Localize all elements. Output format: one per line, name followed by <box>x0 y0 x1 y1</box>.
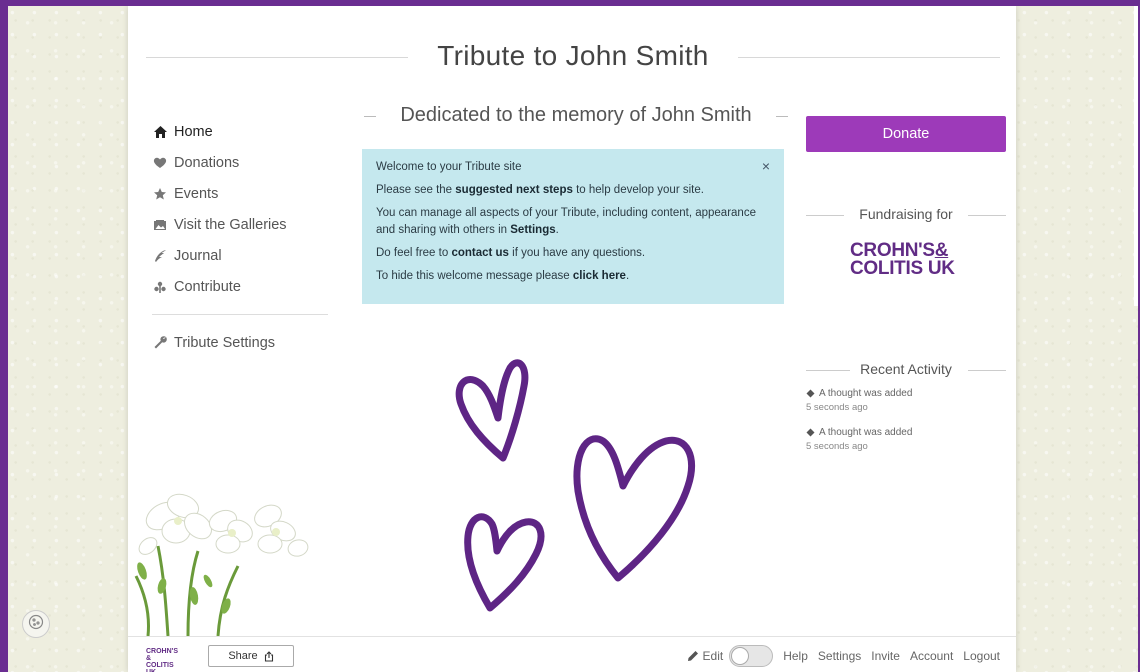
contact-us-link[interactable]: contact us <box>451 247 509 259</box>
sidebar-item-journal[interactable]: Journal <box>152 240 328 271</box>
settings-link[interactable]: Settings <box>818 649 861 663</box>
heart-small-bottom <box>464 513 545 612</box>
recent-activity-heading: Recent Activity <box>806 361 1006 381</box>
activity-time: 5 seconds ago <box>806 441 868 452</box>
home-icon <box>152 124 168 140</box>
sidebar-item-tribute-settings[interactable]: Tribute Settings <box>152 327 328 358</box>
activity-text: A thought was added <box>819 388 913 399</box>
footer-charity-logo[interactable]: CROHN'S & COLITIS UK <box>146 648 178 672</box>
help-link[interactable]: Help <box>783 649 808 663</box>
recent-activity-label: Recent Activity <box>860 361 952 377</box>
settings-link[interactable]: Settings <box>510 224 555 236</box>
gallery-icon <box>152 217 168 233</box>
sidebar-item-events[interactable]: Events <box>152 178 328 209</box>
activity-text-row: A thought was added <box>806 427 1006 438</box>
wrench-icon <box>152 335 168 351</box>
welcome-text: if you have any questions. <box>508 247 646 259</box>
title-rule-left <box>146 57 408 58</box>
click-here-link[interactable]: click here <box>573 270 626 282</box>
app-frame: Tribute to John Smith Home Donations Eve… <box>8 6 1138 672</box>
sidebar-item-contribute[interactable]: Contribute <box>152 271 328 302</box>
cookie-settings-button[interactable] <box>22 610 50 638</box>
sidebar-item-label: Events <box>174 185 219 202</box>
sidebar-item-label: Journal <box>174 247 222 264</box>
share-label: Share <box>228 650 258 662</box>
page-edge <box>1134 6 1138 306</box>
activity-text-row: A thought was added <box>806 388 1006 399</box>
share-button[interactable]: Share <box>208 645 294 667</box>
activity-text: A thought was added <box>819 427 913 438</box>
flowers-decoration <box>128 476 318 637</box>
logout-link[interactable]: Logout <box>963 649 1000 663</box>
welcome-line-hide: To hide this welcome message please clic… <box>376 268 770 285</box>
cookie-icon <box>28 614 44 635</box>
welcome-text: To hide this welcome message please <box>376 270 573 282</box>
fundraising-rule-right <box>968 215 1006 216</box>
contribute-icon <box>152 279 168 295</box>
close-icon[interactable]: × <box>762 158 770 175</box>
title-bar: Tribute to John Smith <box>146 40 1000 80</box>
account-link[interactable]: Account <box>910 649 953 663</box>
footer-actions: Edit Help Settings Invite Account Logout <box>687 645 1000 667</box>
dedication-text: Dedicated to the memory of John Smith <box>400 104 752 126</box>
sidebar-item-home[interactable]: Home <box>152 116 328 147</box>
sidebar-item-label: Donations <box>174 154 240 171</box>
sidebar-item-label: Home <box>174 123 213 140</box>
edit-toggle-label[interactable]: Edit <box>687 649 724 663</box>
fundraising-heading: Fundraising for <box>806 206 1006 226</box>
pencil-icon <box>687 650 699 662</box>
heart-icon <box>152 155 168 171</box>
dedication-dash-left <box>364 116 376 117</box>
page-title: Tribute to John Smith <box>437 40 709 71</box>
footer-bar: CROHN'S & COLITIS UK Share Edit <box>128 636 1016 672</box>
welcome-line-contact: Do feel free to contact us if you have a… <box>376 245 770 262</box>
toggle-knob <box>731 647 750 665</box>
dedication-heading: Dedicated to the memory of John Smith <box>364 104 788 130</box>
fundraising-label: Fundraising for <box>859 206 953 222</box>
list-item[interactable]: A thought was added 5 seconds ago <box>806 388 1006 413</box>
activity-time: 5 seconds ago <box>806 402 868 413</box>
title-rule-right <box>738 57 1000 58</box>
heart-large <box>573 435 696 582</box>
welcome-text: Do feel free to <box>376 247 452 259</box>
welcome-text: . <box>625 270 630 282</box>
sidebar-item-label: Tribute Settings <box>174 334 276 351</box>
footer-logo-line1: CROHN'S & <box>146 648 178 662</box>
sidebar-nav: Home Donations Events Visit the Gallerie… <box>152 116 328 358</box>
welcome-text: . <box>555 224 559 236</box>
tribute-page: Tribute to John Smith Home Donations Eve… <box>128 6 1016 672</box>
thought-icon <box>806 389 815 398</box>
welcome-line-settings: You can manage all aspects of your Tribu… <box>376 205 770 239</box>
suggested-next-steps-link[interactable]: suggested next steps <box>455 184 573 196</box>
welcome-text: Please see the <box>376 184 456 196</box>
thought-icon <box>806 428 815 437</box>
sidebar-item-galleries[interactable]: Visit the Galleries <box>152 209 328 240</box>
quill-icon <box>152 248 168 264</box>
welcome-message: × Welcome to your Tribute site Please se… <box>362 149 784 304</box>
hearts-illustration <box>428 346 728 626</box>
heart-small-top <box>455 359 529 462</box>
sidebar-item-label: Contribute <box>174 278 241 295</box>
welcome-text: to help develop your site. <box>572 184 704 196</box>
dedication-dash-right <box>776 116 788 117</box>
sidebar-divider <box>152 314 328 315</box>
welcome-title: Welcome to your Tribute site <box>376 161 522 173</box>
edit-toggle[interactable] <box>729 645 774 667</box>
charity-logo-line2: COLITIS UK <box>850 258 955 279</box>
footer-logo-line2: COLITIS UK <box>146 662 174 672</box>
sidebar-item-donations[interactable]: Donations <box>152 147 328 178</box>
donate-button[interactable]: Donate <box>806 116 1006 152</box>
recent-activity-list: A thought was added 5 seconds ago A thou… <box>806 388 1006 466</box>
edit-label: Edit <box>702 649 724 663</box>
star-icon <box>152 186 168 202</box>
sidebar-item-label: Visit the Galleries <box>174 216 287 233</box>
invite-link[interactable]: Invite <box>871 649 900 663</box>
welcome-text: You can manage all aspects of your Tribu… <box>376 207 756 236</box>
welcome-line-next-steps: Please see the suggested next steps to h… <box>376 182 770 199</box>
recent-rule-right <box>968 370 1006 371</box>
list-item[interactable]: A thought was added 5 seconds ago <box>806 427 1006 452</box>
share-icon <box>264 650 274 662</box>
charity-logo[interactable]: CROHN'S& COLITIS UK <box>850 241 960 279</box>
